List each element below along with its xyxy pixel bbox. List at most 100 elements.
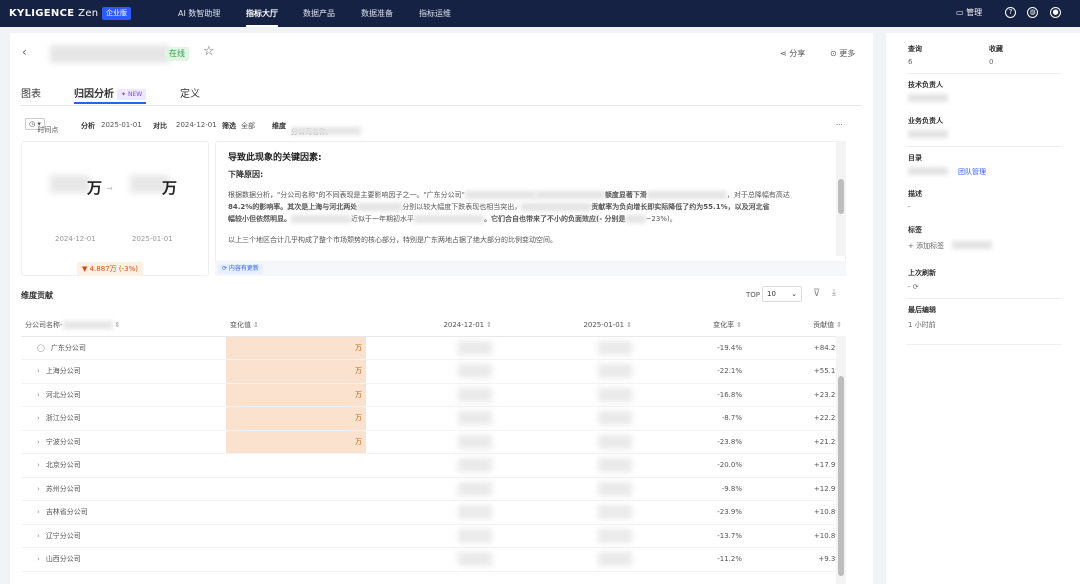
analyze-date[interactable]: 2025-01-01 — [101, 121, 142, 129]
branch-name[interactable]: › 上海分公司 — [21, 359, 226, 384]
expand-icon[interactable]: › — [37, 414, 40, 422]
col-contribution[interactable]: 贡献值 ⇕ — [746, 314, 846, 337]
branch-name[interactable]: › 北京分公司 — [21, 453, 226, 478]
col-branch[interactable]: 分公司名称- ⇕ — [21, 314, 226, 337]
branch-name[interactable]: › 辽宁分公司 — [21, 524, 226, 548]
table-row[interactable]: › 吉林省分公司 -23.9% +10.8% — [21, 500, 846, 525]
favorite-count: 0 — [989, 58, 994, 66]
expand-icon[interactable]: › — [37, 508, 40, 516]
table-scrollbar[interactable] — [836, 336, 846, 584]
change-value-cell: 万 — [226, 336, 366, 360]
table-row[interactable]: › 浙江分公司万 -8.7% +22.2% — [21, 406, 846, 431]
tab-divider — [20, 105, 862, 106]
branch-name[interactable]: › 山西分公司 — [21, 547, 226, 572]
analysis-panel: 导致此现象的关键因素: 下降原因: 根据数据分析，"分公司名称"的不同表现是主要… — [215, 141, 846, 276]
analysis-subheading: 下降原因: — [228, 170, 264, 179]
add-tag-button[interactable]: + 添加标签 — [908, 241, 944, 251]
branch-name[interactable]: ◯ 广东分公司 — [21, 336, 226, 360]
expand-icon[interactable]: › — [37, 485, 40, 493]
share-button[interactable]: ⋖ 分享 — [780, 48, 805, 59]
filter-value[interactable]: 全部 — [241, 121, 255, 131]
more-button[interactable]: ⊙ 更多 — [830, 48, 855, 59]
contribution-cell: +10.8% — [746, 524, 846, 548]
expand-icon[interactable]: ◯ — [37, 344, 45, 352]
time-point-select[interactable]: ◷ 时间点 ▾ — [25, 118, 58, 134]
analysis-paragraph-2: 84.2%的影响率。其次是上海与河北两处 分别以较大幅度下跌表现也相当突出， 贡献率… — [228, 203, 770, 211]
change-value-cell: 万 — [226, 383, 366, 407]
table-row[interactable]: › 北京分公司 -20.0% +17.9% — [21, 453, 846, 478]
biz-owner-label: 业务负责人 — [908, 117, 943, 125]
tab-chart[interactable]: 图表 — [21, 85, 41, 100]
analyze-label: 分析 — [81, 122, 95, 130]
nav-item-data-prep[interactable]: 数据准备 — [361, 8, 393, 19]
compare-label: 对比 — [153, 122, 167, 130]
compare-date[interactable]: 2024-12-01 — [176, 121, 217, 129]
query-label: 查询 — [908, 45, 922, 53]
user-avatar-icon[interactable]: ● — [1050, 7, 1061, 18]
col-date-prev[interactable]: 2024-12-01 ⇕ — [366, 314, 496, 337]
expand-icon[interactable]: › — [37, 438, 40, 446]
filter-icon[interactable]: ⊽ — [813, 288, 820, 299]
kpi-value-prev: 万 — [87, 179, 103, 197]
expand-icon[interactable]: › — [37, 391, 40, 399]
dimension-title: 维度贡献 — [21, 291, 53, 300]
branch-name[interactable]: › 苏州分公司 — [21, 477, 226, 501]
expand-icon[interactable]: › — [37, 461, 40, 469]
col-change-rate[interactable]: 变化率 ⇕ — [636, 314, 746, 337]
curr-value-cell — [496, 359, 636, 384]
change-rate-cell: -8.7% — [636, 406, 746, 431]
change-value-cell — [226, 547, 366, 572]
globe-icon[interactable]: ◍ — [1027, 7, 1038, 18]
col-change-value[interactable]: 变化值 ⇕ — [226, 314, 366, 337]
top-nav: KYLIGENCE Zen 企业版 AI 数智助理 指标大厅 数据产品 数据准备… — [0, 0, 1080, 27]
prev-value-cell — [366, 453, 496, 478]
content-updated-badge[interactable]: ⟳ 内容有更新 — [218, 264, 263, 274]
more-icon: ⊙ — [830, 49, 837, 58]
curr-value-cell — [496, 477, 636, 501]
manage-button[interactable]: ▭ 管理 — [956, 7, 982, 18]
analysis-paragraph-3: 幅较小但依然明显。 近似于一年期初水平 。它们合自也带来了不小的负面效应(- 分别是… — [228, 215, 677, 223]
kpi-value-curr: 万 — [162, 179, 178, 197]
help-icon[interactable]: ? — [1005, 7, 1016, 18]
branch-name[interactable]: › 宁波分公司 — [21, 430, 226, 454]
branch-name[interactable]: › 吉林省分公司 — [21, 500, 226, 525]
analysis-scrollbar[interactable] — [836, 141, 846, 256]
branch-name[interactable]: › 浙江分公司 — [21, 406, 226, 431]
tags-label: 标签 — [908, 226, 922, 234]
prev-value-cell — [366, 547, 496, 572]
curr-value-cell — [496, 453, 636, 478]
col-date-curr[interactable]: 2025-01-01 ⇕ — [496, 314, 636, 337]
table-row[interactable]: ◯ 广东分公司万 -19.4% +84.2% — [21, 336, 846, 360]
brand-logo[interactable]: KYLIGENCE Zen — [9, 8, 98, 19]
back-icon[interactable]: ‹ — [22, 45, 27, 59]
nav-item-data-products[interactable]: 数据产品 — [303, 8, 335, 19]
tab-definition[interactable]: 定义 — [180, 85, 200, 100]
table-row[interactable]: › 山西分公司 -11.2% +9.3% — [21, 547, 846, 572]
filter-label: 筛选 — [222, 122, 236, 130]
analysis-heading: 导致此现象的关键因素: — [228, 153, 322, 163]
top-select[interactable]: 10 ⌄ — [762, 286, 802, 302]
query-count: 6 — [908, 58, 913, 66]
nav-item-metric-ops[interactable]: 指标运维 — [419, 8, 451, 19]
table-row[interactable]: › 河北分公司万 -16.8% +23.2% — [21, 383, 846, 407]
table-row[interactable]: › 上海分公司万 -22.1% +55.1% — [21, 359, 846, 384]
nav-item-metric-hall[interactable]: 指标大厅 — [246, 8, 278, 27]
star-icon[interactable]: ☆ — [203, 44, 215, 59]
download-icon[interactable]: ⤓ — [832, 288, 836, 298]
metric-title — [50, 45, 170, 63]
nav-item-ai-assistant[interactable]: AI 数智助理 — [178, 8, 220, 19]
table-row[interactable]: › 宁波分公司万 -23.8% +21.2% — [21, 430, 846, 454]
expand-icon[interactable]: › — [37, 532, 40, 540]
branch-name[interactable]: › 河北分公司 — [21, 383, 226, 407]
share-icon: ⋖ — [780, 49, 787, 58]
last-edit-label: 最后编辑 — [908, 306, 936, 314]
catalog-link[interactable]: 团队管理 — [958, 167, 986, 177]
table-row[interactable]: › 苏州分公司 -9.8% +12.9% — [21, 477, 846, 501]
change-value-cell — [226, 453, 366, 478]
table-row[interactable]: › 辽宁分公司 -13.7% +10.8% — [21, 524, 846, 548]
expand-icon[interactable]: › — [37, 367, 40, 375]
expand-icon[interactable]: › — [37, 555, 40, 563]
favorite-label: 收藏 — [989, 45, 1003, 53]
filter-more-icon[interactable]: ··· — [836, 121, 843, 129]
tab-attribution[interactable]: 归因分析 ✦ NEW — [74, 85, 147, 104]
